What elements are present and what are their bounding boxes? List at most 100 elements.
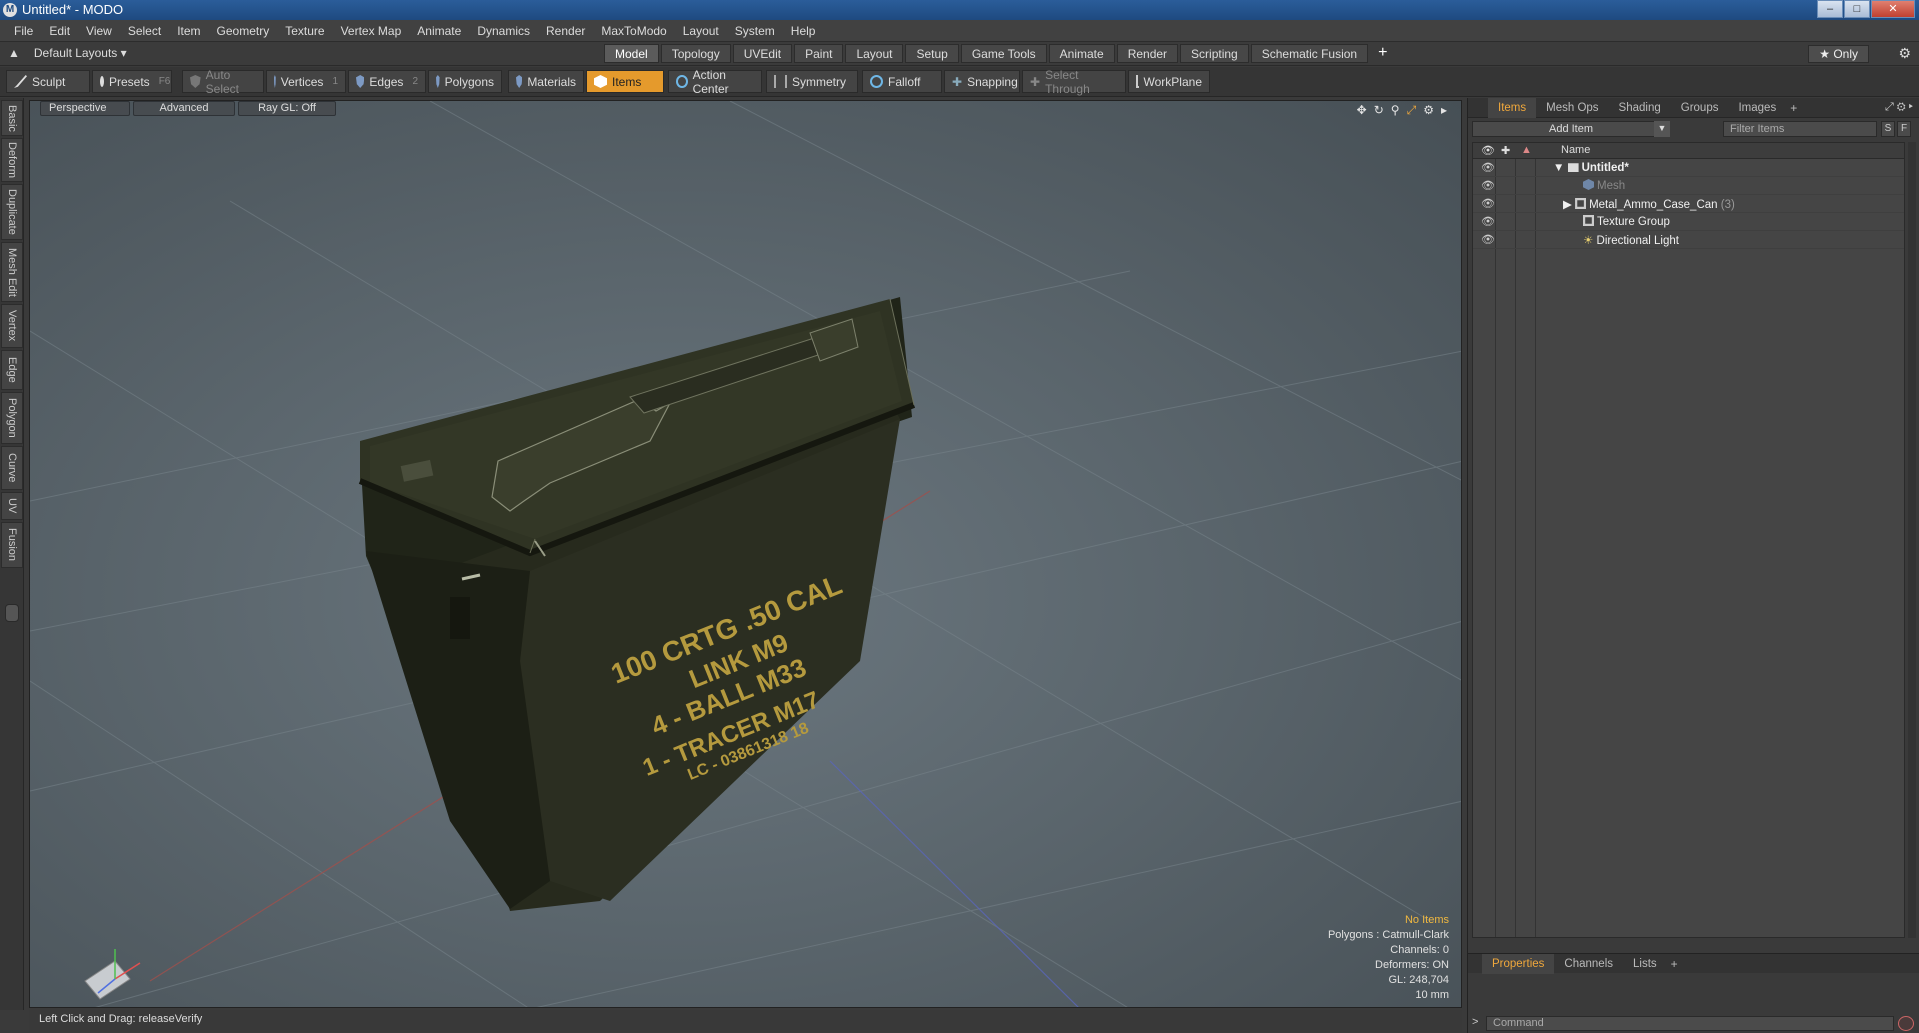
- menu-help[interactable]: Help: [783, 24, 824, 38]
- menu-geometry[interactable]: Geometry: [209, 24, 278, 38]
- name-column-header[interactable]: Name: [1561, 144, 1590, 156]
- tab-game-tools[interactable]: Game Tools: [960, 44, 1047, 63]
- pan-icon[interactable]: ✥: [1357, 103, 1367, 118]
- command-input[interactable]: Command: [1486, 1016, 1894, 1031]
- f-button[interactable]: F: [1897, 121, 1911, 137]
- menu-texture[interactable]: Texture: [277, 24, 332, 38]
- items-button[interactable]: Items: [586, 70, 664, 93]
- lock-column-icon[interactable]: ✚: [1501, 144, 1510, 157]
- edges-button[interactable]: Edges 2: [348, 70, 426, 93]
- add-item-button[interactable]: Add Item: [1472, 121, 1670, 137]
- tab-layout[interactable]: Layout: [845, 44, 904, 63]
- tab-animate[interactable]: Animate: [1048, 44, 1115, 63]
- maximize-button[interactable]: □: [1844, 0, 1870, 18]
- materials-button[interactable]: Materials: [508, 70, 584, 93]
- close-button[interactable]: ✕: [1871, 0, 1915, 18]
- eye-icon[interactable]: 👁: [1481, 215, 1495, 228]
- eye-icon[interactable]: 👁: [1481, 179, 1495, 192]
- snapping-button[interactable]: ✚ Snapping: [944, 70, 1020, 93]
- tab-properties[interactable]: Properties: [1482, 953, 1555, 974]
- menu-edit[interactable]: Edit: [41, 24, 78, 38]
- tab-uvedit[interactable]: UVEdit: [732, 44, 793, 63]
- expand-arrow-icon[interactable]: ▶: [1563, 199, 1572, 211]
- tab-mesh-ops[interactable]: Mesh Ops: [1536, 102, 1608, 114]
- add-tab-plus-icon[interactable]: +: [1378, 44, 1387, 63]
- tree-row-mesh[interactable]: 👁 Mesh: [1473, 177, 1904, 195]
- raygl-dropdown[interactable]: Ray GL: Off: [238, 101, 336, 116]
- tree-row-texture-group[interactable]: 👁 Texture Group: [1473, 213, 1904, 231]
- 3d-viewport[interactable]: 100 CRTG .50 CAL LINK M9 4 - BALL M33 1 …: [29, 100, 1462, 1008]
- menu-vertex-map[interactable]: Vertex Map: [333, 24, 410, 38]
- tab-paint[interactable]: Paint: [794, 44, 844, 63]
- left-tab-uv[interactable]: UV: [1, 492, 23, 520]
- tab-groups[interactable]: Groups: [1671, 102, 1729, 114]
- collapse-arrow-icon[interactable]: ▼: [1553, 162, 1564, 174]
- zoom-icon[interactable]: ⚲: [1391, 103, 1400, 118]
- left-panel-toggle[interactable]: [5, 604, 19, 622]
- panel-window-icons[interactable]: ⤢ ⚙ ▸: [1885, 101, 1913, 114]
- menu-select[interactable]: Select: [120, 24, 169, 38]
- left-tab-edge[interactable]: Edge: [1, 350, 23, 390]
- only-toggle[interactable]: ★ Only: [1808, 45, 1869, 63]
- action-center-button[interactable]: Action Center: [668, 68, 762, 96]
- eye-icon[interactable]: 👁: [1481, 161, 1495, 174]
- symmetry-button[interactable]: Symmetry: [766, 70, 858, 93]
- command-history-icon[interactable]: [1898, 1016, 1914, 1031]
- presets-button[interactable]: Presets F6: [92, 70, 172, 93]
- eye-icon[interactable]: 👁: [1481, 197, 1495, 210]
- sculpt-button[interactable]: Sculpt: [6, 70, 90, 93]
- layout-dropdown[interactable]: Default Layouts ▾: [34, 46, 127, 60]
- vertices-button[interactable]: Vertices 1: [266, 70, 346, 93]
- rotate-icon[interactable]: ↻: [1374, 103, 1384, 118]
- menu-dynamics[interactable]: Dynamics: [469, 24, 538, 38]
- workplane-button[interactable]: WorkPlane: [1128, 70, 1210, 93]
- tab-model[interactable]: Model: [604, 44, 659, 63]
- viewport-gear-icon[interactable]: ⚙: [1423, 103, 1434, 118]
- tab-lists[interactable]: Lists: [1623, 958, 1667, 970]
- tab-scripting[interactable]: Scripting: [1180, 44, 1249, 63]
- auto-select-button[interactable]: Auto Select: [182, 68, 264, 96]
- left-tab-basic[interactable]: Basic: [1, 100, 23, 136]
- s-button[interactable]: S: [1881, 121, 1895, 137]
- menu-file[interactable]: File: [6, 24, 41, 38]
- menu-animate[interactable]: Animate: [409, 24, 469, 38]
- view-mode-dropdown[interactable]: Perspective: [40, 101, 130, 116]
- tab-schematic-fusion[interactable]: Schematic Fusion: [1250, 44, 1369, 63]
- tab-items[interactable]: Items: [1488, 97, 1537, 118]
- tree-row-directional-light[interactable]: 👁 ☀ Directional Light: [1473, 231, 1904, 249]
- menu-layout[interactable]: Layout: [675, 24, 727, 38]
- tab-topology[interactable]: Topology: [660, 44, 731, 63]
- filter-items-input[interactable]: Filter Items: [1723, 121, 1877, 137]
- tab-render[interactable]: Render: [1116, 44, 1179, 63]
- menu-view[interactable]: View: [78, 24, 120, 38]
- menu-system[interactable]: System: [727, 24, 783, 38]
- select-through-button[interactable]: ✚ Select Through: [1022, 68, 1126, 96]
- tab-shading[interactable]: Shading: [1609, 102, 1671, 114]
- gear-icon[interactable]: ⚙: [1898, 45, 1911, 62]
- tab-channels[interactable]: Channels: [1554, 958, 1623, 970]
- viewport-menu-arrow-icon[interactable]: ▸: [1441, 103, 1447, 118]
- left-tab-vertex[interactable]: Vertex: [1, 304, 23, 348]
- add-panel-tab-icon[interactable]: +: [1790, 101, 1797, 115]
- left-tab-mesh-edit[interactable]: Mesh Edit: [1, 242, 23, 302]
- advanced-dropdown[interactable]: Advanced: [133, 101, 235, 116]
- polygons-button[interactable]: Polygons: [428, 70, 502, 93]
- left-tab-duplicate[interactable]: Duplicate: [1, 184, 23, 240]
- tree-row-untitled[interactable]: 👁 ▼ Untitled*: [1473, 159, 1904, 177]
- eye-icon[interactable]: 👁: [1481, 233, 1495, 246]
- left-tab-deform[interactable]: Deform: [1, 138, 23, 182]
- maximize-view-icon[interactable]: ⤢: [1407, 103, 1417, 118]
- layout-up-arrow-icon[interactable]: ▲: [8, 46, 20, 60]
- add-item-dropdown-icon[interactable]: ▼: [1654, 121, 1670, 137]
- menu-maxtomodo[interactable]: MaxToModo: [593, 24, 674, 38]
- left-tab-curve[interactable]: Curve: [1, 446, 23, 490]
- tab-images[interactable]: Images: [1728, 102, 1786, 114]
- visibility-column-eye-icon[interactable]: 👁: [1481, 144, 1495, 157]
- left-tab-fusion[interactable]: Fusion: [1, 522, 23, 568]
- menu-render[interactable]: Render: [538, 24, 593, 38]
- item-list-scrollbar[interactable]: [1908, 142, 1916, 938]
- render-column-icon[interactable]: ▲: [1521, 144, 1532, 156]
- left-tab-polygon[interactable]: Polygon: [1, 392, 23, 444]
- menu-item[interactable]: Item: [169, 24, 208, 38]
- add-props-tab-icon[interactable]: +: [1671, 957, 1678, 971]
